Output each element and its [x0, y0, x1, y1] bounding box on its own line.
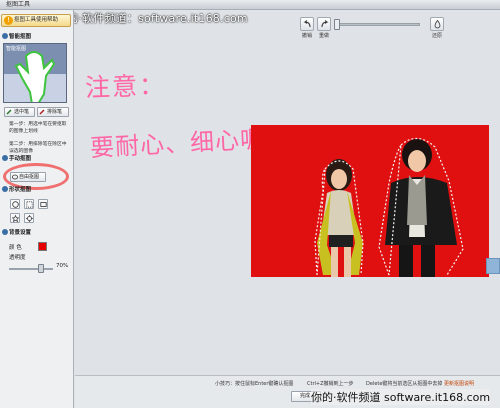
note-line1: 注意：	[84, 70, 167, 103]
redo-label: 重做	[319, 33, 330, 39]
section-dot-icon	[2, 186, 8, 192]
redo-button[interactable]	[317, 17, 331, 31]
zoom-slider-knob[interactable]	[334, 19, 340, 30]
pen-remove-icon	[39, 109, 45, 115]
help-button-label: 抠图工具使用帮助	[14, 17, 59, 23]
undo-arrow-icon	[303, 20, 311, 28]
square-shape-icon	[26, 201, 33, 208]
lasso-icon	[12, 174, 18, 180]
redo-arrow-icon	[321, 20, 329, 28]
app-window: 抠图工具 你的·软件频道：software.it168.com ! 抠图工具使用…	[0, 0, 500, 408]
side-tab-handle[interactable]	[486, 258, 500, 274]
opacity-value: 70%	[56, 263, 69, 269]
smart-section-header: 智能抠图	[2, 33, 31, 42]
smart-preview: 智能抠图	[3, 43, 67, 103]
step2-text: 第二步：用排除笔在除区中误选的图像	[9, 142, 67, 154]
section-dot-icon	[2, 229, 8, 235]
couple-photo-image	[314, 137, 464, 277]
window-title: 抠图工具	[6, 1, 31, 8]
remove-pen-button[interactable]: 排除笔	[37, 107, 69, 117]
free-cutout-button[interactable]: 自由抠图	[10, 172, 46, 182]
figure-preview-icon	[4, 51, 66, 102]
restore-button[interactable]	[430, 17, 444, 31]
select-pen-label: 选中笔	[14, 109, 30, 115]
free-cutout-label: 自由抠图	[19, 174, 40, 180]
zoom-slider-track[interactable]	[336, 23, 420, 26]
star-tool-button[interactable]	[10, 213, 20, 223]
tip2-text: Ctrl+Z撤销到上一步	[307, 381, 354, 387]
select-pen-button[interactable]: 选中笔	[4, 107, 35, 117]
rect-tool-button[interactable]	[38, 199, 48, 209]
done-button-label: 完成	[300, 393, 311, 399]
opacity-slider-knob[interactable]	[38, 264, 44, 273]
watermark-top: 你的·软件频道：software.it168.com	[56, 12, 248, 25]
help-button[interactable]: ! 抠图工具使用帮助	[1, 14, 71, 27]
section-dot-icon	[2, 155, 8, 161]
tip3-text: Delete键将当前选区从抠图中去掉	[366, 381, 442, 387]
star-shape-icon	[12, 215, 19, 222]
circle-tool-button[interactable]	[10, 199, 20, 209]
opacity-label: 透明度	[9, 255, 26, 261]
smart-section-label: 智能抠图	[9, 34, 32, 40]
preview-label: 智能抠图	[6, 46, 27, 52]
photo-canvas[interactable]	[251, 125, 489, 277]
manual-section-label: 手动抠图	[9, 156, 32, 162]
restore-drop-icon	[434, 20, 441, 29]
remove-pen-label: 排除笔	[47, 109, 63, 115]
settings-section-header: 背景设置	[2, 229, 31, 238]
gear-shape-icon	[26, 215, 33, 222]
square-tool-button[interactable]	[24, 199, 34, 209]
tip1-text: 小技巧：按住鼠标Enter键确认抠图	[215, 381, 294, 387]
background-color-swatch[interactable]	[38, 242, 47, 251]
circle-shape-icon	[12, 201, 19, 208]
undo-label: 撤销	[302, 33, 313, 39]
title-bar: 抠图工具	[0, 0, 500, 10]
section-dot-icon	[2, 33, 8, 39]
undo-button[interactable]	[300, 17, 314, 31]
tip-link[interactable]: 更新抠图说明	[444, 380, 474, 387]
opacity-slider-track[interactable]	[9, 268, 53, 270]
lightbulb-icon: !	[4, 16, 13, 25]
pen-select-icon	[6, 109, 12, 115]
shape-section-header: 形状抠图	[2, 186, 31, 195]
rectangle-shape-icon	[40, 202, 47, 207]
step1-text: 第一步：用选中笔在要抠取的图像上划线	[9, 122, 67, 134]
color-label: 颜 色	[9, 245, 22, 251]
shape-section-label: 形状抠图	[9, 187, 32, 193]
gear-tool-button[interactable]	[24, 213, 34, 223]
settings-section-label: 背景设置	[9, 230, 32, 236]
watermark-bottom: 你的·软件频道 software.it168.com	[311, 389, 491, 405]
restore-label: 还原	[432, 33, 443, 39]
